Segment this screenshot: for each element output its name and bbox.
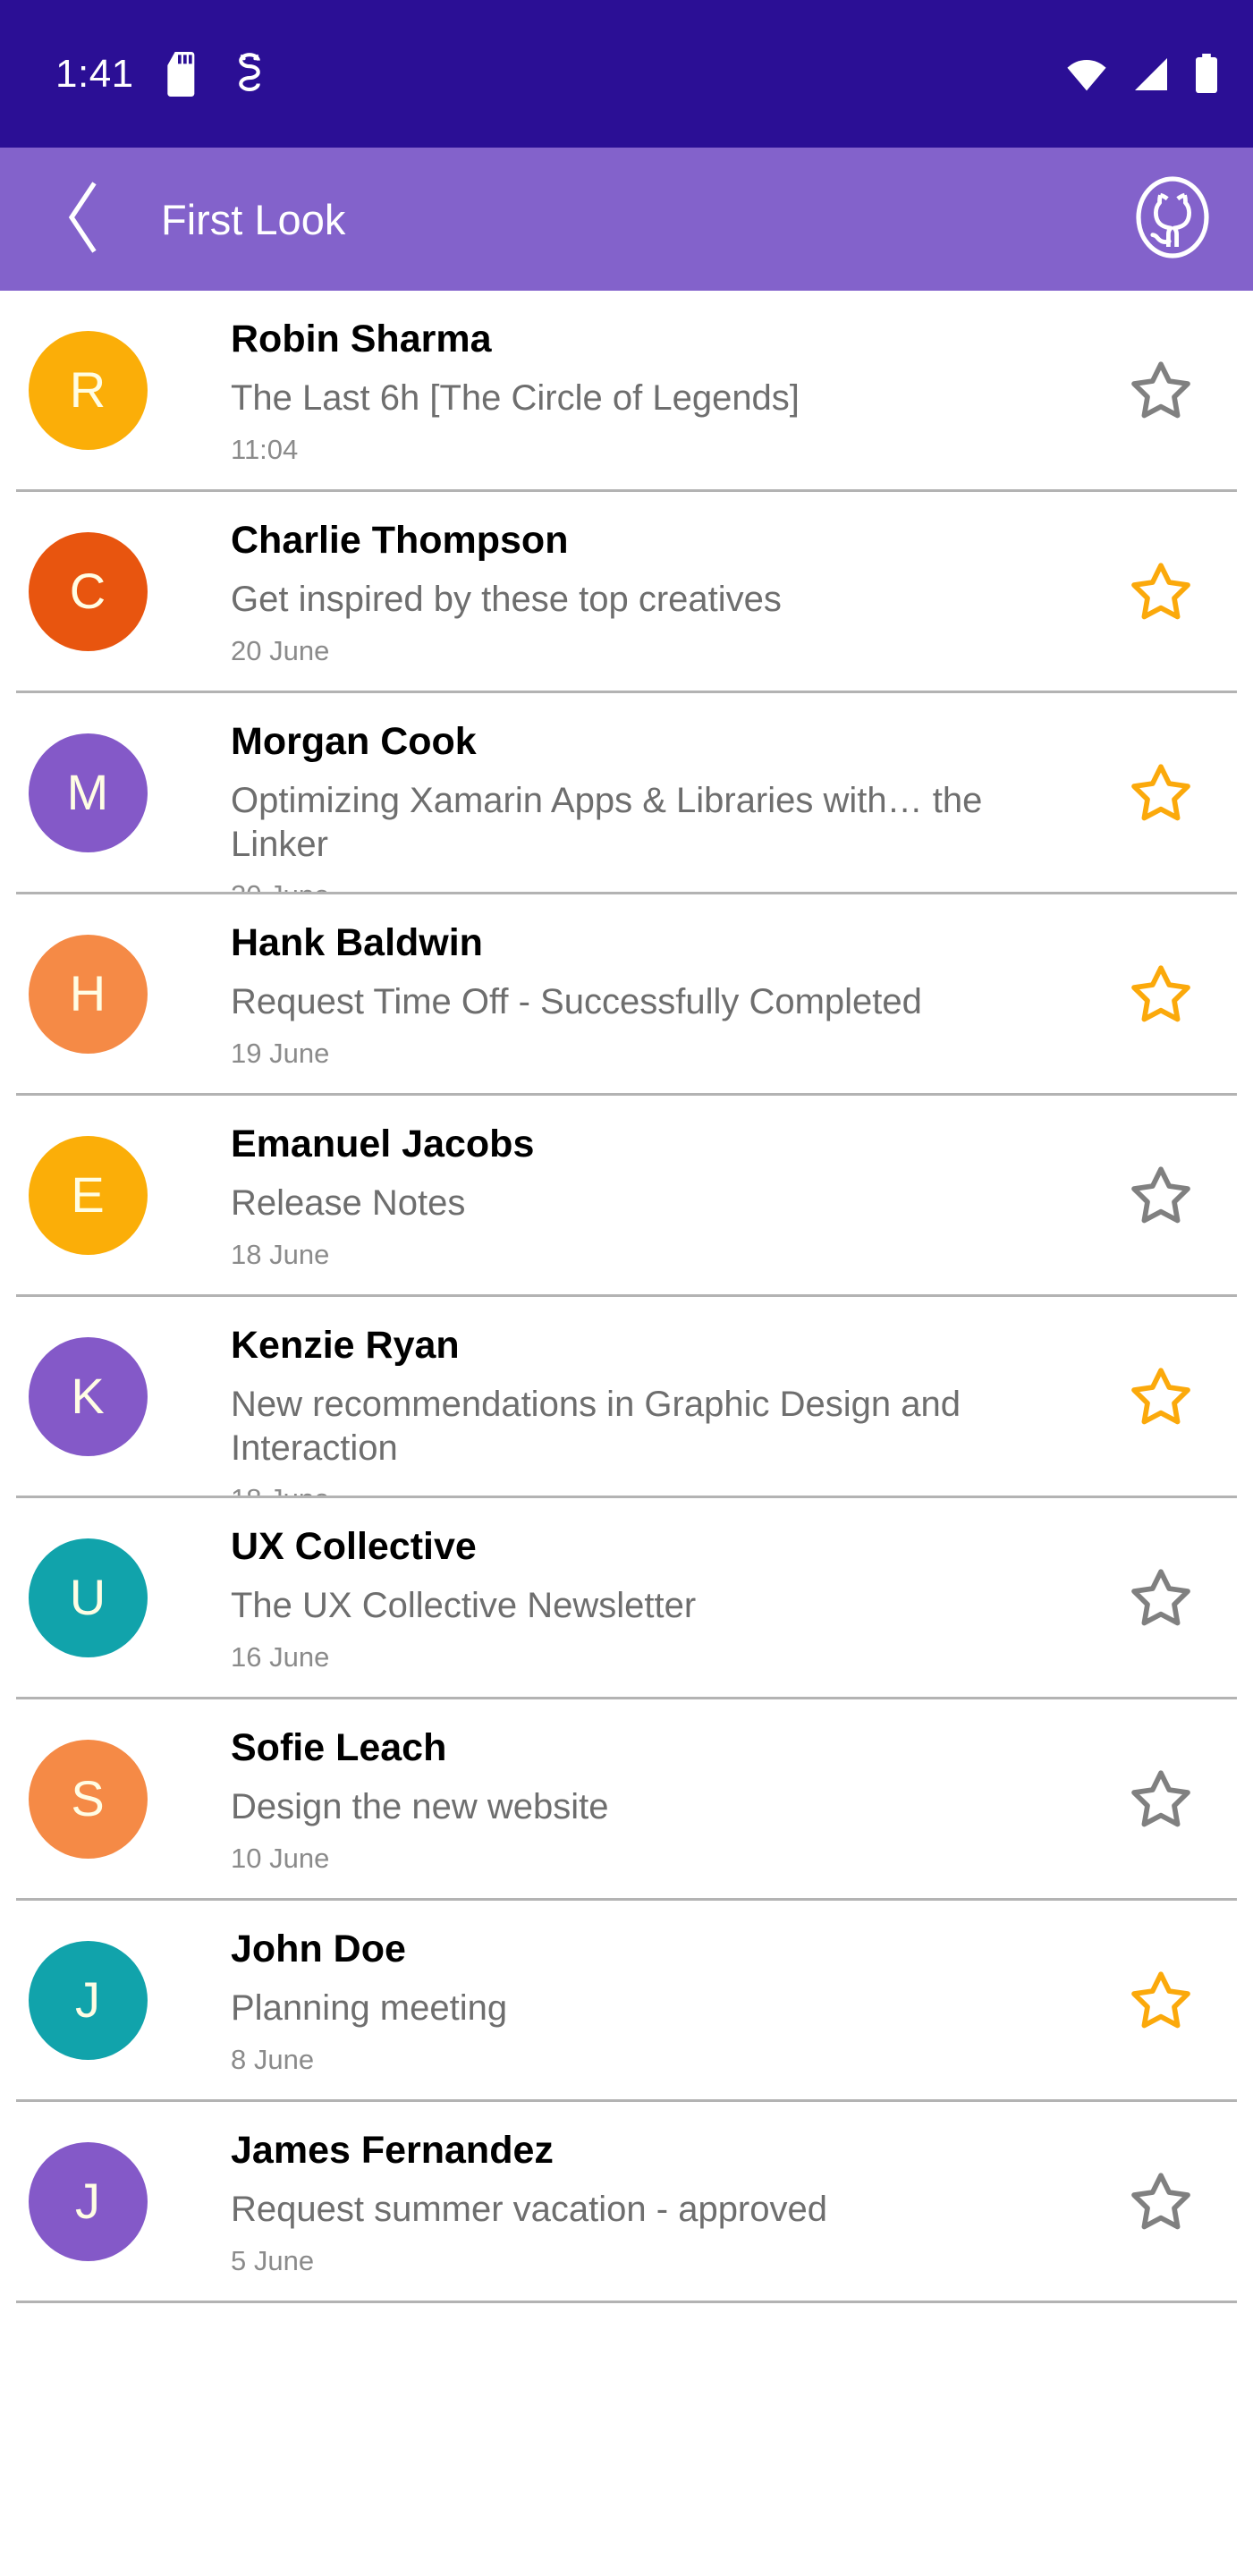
list-empty-area [0,2303,1253,2576]
mail-subject: Planning meeting [231,1987,508,2028]
mail-item-content: Robin Sharma The Last 6h [The Circle of L… [159,291,1085,466]
avatar-initial: M [28,733,148,852]
avatar: J [16,1901,159,2099]
avatar-initial: S [28,1739,148,1859]
mail-list: R Robin Sharma The Last 6h [The Circle of … [0,291,1253,2303]
star-filled-icon[interactable] [1085,1297,1237,1496]
mail-list-item[interactable]: H Hank Baldwin Request Time Off - Successf… [16,894,1237,1096]
status-bar-left: 1:41 [55,51,268,97]
battery-icon [1194,53,1219,95]
avatar: C [16,492,159,691]
mail-subject: Design the new website [231,1786,609,1826]
avatar: M [16,693,159,892]
mail-item-content: Hank Baldwin Request Time Off - Successfu… [159,894,1085,1070]
avatar-initial: E [28,1135,148,1255]
sd-card-icon [165,51,200,97]
mail-item-content: Emanuel Jacobs Release Notes 18 June [159,1096,1085,1271]
star-filled-icon[interactable] [1085,693,1237,892]
avatar-initial: C [28,531,148,651]
avatar: J [16,2102,159,2301]
star-outline-icon[interactable] [1085,2102,1237,2301]
app-bar: First Look [0,148,1253,291]
github-octocat-icon [1130,174,1215,265]
avatar: E [16,1096,159,1294]
mail-sender: UX Collective [231,1525,477,1568]
mail-sender: Robin Sharma [231,318,492,360]
mail-list-item[interactable]: K Kenzie Ryan New recommendations in Graph… [16,1297,1237,1498]
mail-item-content: John Doe Planning meeting 8 June [159,1901,1085,2076]
mail-list-item[interactable]: E Emanuel Jacobs Release Notes 18 June [16,1096,1237,1297]
avatar: H [16,894,159,1093]
avatar-initial: K [28,1336,148,1456]
mail-list-item[interactable]: J John Doe Planning meeting 8 June [16,1901,1237,2102]
mail-subject: New recommendations in Graphic Design an… [231,1384,961,1468]
mail-list-item[interactable]: R Robin Sharma The Last 6h [The Circle of … [16,291,1237,492]
mail-date: 20 June [231,634,330,666]
mail-subject: The Last 6h [The Circle of Legends] [231,377,800,418]
mail-list-item[interactable]: M Morgan Cook Optimizing Xamarin Apps & Li… [16,693,1237,894]
mail-sender: Morgan Cook [231,720,477,763]
mail-list-item[interactable]: C Charlie Thompson Get inspired by these t… [16,492,1237,693]
mail-subject: Optimizing Xamarin Apps & Libraries with… [231,780,983,864]
avatar-initial: H [28,934,148,1054]
mail-date: 11:04 [231,433,299,465]
avatar: S [16,1699,159,1898]
avatar: R [16,291,159,489]
mail-sender: Kenzie Ryan [231,1324,460,1367]
mail-date: 16 June [231,1640,330,1673]
page-title: First Look [161,198,346,241]
mail-sender: Emanuel Jacobs [231,1123,535,1165]
status-bar-right [1065,53,1219,95]
star-outline-icon[interactable] [1085,1699,1237,1898]
mail-date: 19 June [231,1037,330,1069]
mail-date: 10 June [231,1842,330,1874]
mail-date: 18 June [231,1482,1067,1496]
avatar: U [16,1498,159,1697]
status-bar: 1:41 [0,0,1253,148]
wifi-icon [1065,56,1108,92]
mail-item-content: Morgan Cook Optimizing Xamarin Apps & Lib… [159,693,1085,892]
mail-list-item[interactable]: J James Fernandez Request summer vacation … [16,2102,1237,2303]
status-bar-clock: 1:41 [55,51,134,96]
mail-subject: The UX Collective Newsletter [231,1585,697,1625]
avatar: K [16,1297,159,1496]
mail-sender: James Fernandez [231,2129,554,2172]
mail-item-content: Charlie Thompson Get inspired by these to… [159,492,1085,667]
mail-sender: Hank Baldwin [231,921,483,964]
cellular-signal-icon [1131,56,1171,92]
mail-list-item[interactable]: U UX Collective The UX Collective Newslett… [16,1498,1237,1699]
star-outline-icon[interactable] [1085,1498,1237,1697]
mail-item-content: Kenzie Ryan New recommendations in Graphi… [159,1297,1085,1496]
mail-subject: Request summer vacation - approved [231,2189,827,2229]
star-outline-icon[interactable] [1085,291,1237,489]
mail-date: 5 June [231,2244,315,2276]
mail-sender: Sofie Leach [231,1726,447,1769]
mail-item-content: UX Collective The UX Collective Newslette… [159,1498,1085,1674]
mail-item-content: James Fernandez Request summer vacation -… [159,2102,1085,2277]
avatar-initial: U [28,1538,148,1657]
mail-subject: Request Time Off - Successfully Complete… [231,981,922,1021]
mail-date: 20 June [231,878,1067,892]
mail-item-content: Sofie Leach Design the new website 10 June [159,1699,1085,1875]
avatar-initial: R [28,330,148,450]
star-filled-icon[interactable] [1085,492,1237,691]
android-debug-icon [231,52,268,97]
back-chevron-icon [66,181,102,258]
mail-subject: Release Notes [231,1182,466,1223]
github-button[interactable] [1128,174,1217,264]
mail-date: 8 June [231,2043,315,2075]
mail-sender: John Doe [231,1928,406,1970]
star-outline-icon[interactable] [1085,1096,1237,1294]
back-button[interactable] [52,181,116,253]
mail-list-item[interactable]: S Sofie Leach Design the new website 10 Jun… [16,1699,1237,1901]
avatar-initial: J [28,1940,148,2060]
star-filled-icon[interactable] [1085,894,1237,1093]
star-filled-icon[interactable] [1085,1901,1237,2099]
mail-sender: Charlie Thompson [231,519,569,562]
mail-date: 18 June [231,1238,330,1270]
avatar-initial: J [28,2141,148,2261]
mail-subject: Get inspired by these top creatives [231,579,782,619]
